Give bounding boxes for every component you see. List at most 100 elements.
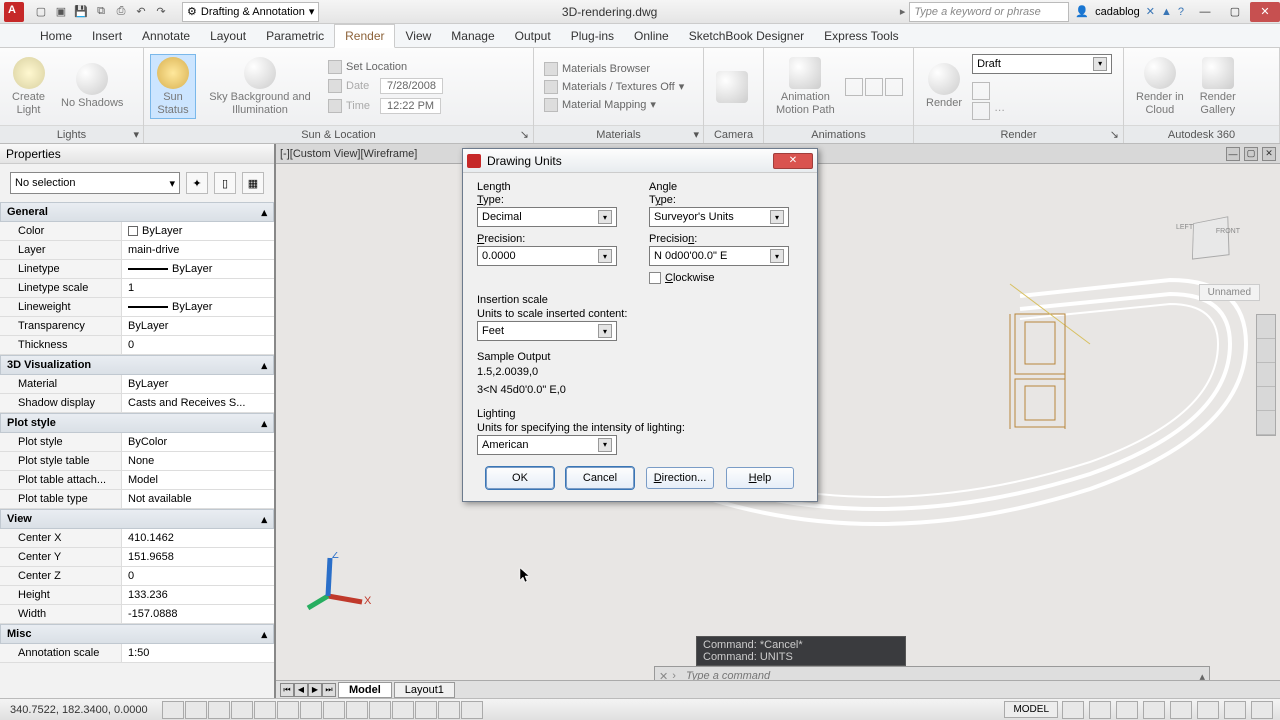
prop-value[interactable]: Casts and Receives S... bbox=[122, 394, 274, 412]
prop-value[interactable]: 0 bbox=[122, 336, 274, 354]
tab-manage[interactable]: Manage bbox=[441, 25, 504, 47]
materials-textures-button[interactable]: Materials / Textures Off▾ bbox=[540, 79, 688, 95]
grid-toggle[interactable] bbox=[185, 701, 207, 719]
prop-row[interactable]: Layermain-drive bbox=[0, 241, 274, 260]
tab-last-button[interactable]: ⏭ bbox=[322, 683, 336, 697]
selection-filter-select[interactable]: No selection▾ bbox=[10, 172, 180, 194]
model-space-button[interactable]: MODEL bbox=[1004, 701, 1058, 718]
tpy-toggle[interactable] bbox=[392, 701, 414, 719]
tab-home[interactable]: Home bbox=[30, 25, 82, 47]
tab-insert[interactable]: Insert bbox=[82, 25, 132, 47]
prop-value[interactable]: 133.236 bbox=[122, 586, 274, 604]
open-icon[interactable]: ▣ bbox=[52, 3, 70, 21]
prop-value[interactable]: 1 bbox=[122, 279, 274, 297]
prop-group-view[interactable]: View▴ bbox=[0, 509, 274, 529]
tab-next-button[interactable]: ▶ bbox=[308, 683, 322, 697]
create-light-button[interactable]: Create Light bbox=[6, 55, 51, 117]
no-shadows-button[interactable]: No Shadows bbox=[55, 61, 129, 111]
hardware-accel-icon[interactable] bbox=[1197, 701, 1219, 719]
tab-express-tools[interactable]: Express Tools bbox=[814, 25, 908, 47]
sun-status-button[interactable]: Sun Status bbox=[150, 54, 196, 118]
help-search-input[interactable]: Type a keyword or phrase bbox=[909, 2, 1069, 22]
quick-view-drawings-icon[interactable] bbox=[1089, 701, 1111, 719]
clockwise-checkbox[interactable]: Clockwise bbox=[649, 272, 789, 284]
tab-prev-button[interactable]: ◀ bbox=[294, 683, 308, 697]
clean-screen-icon[interactable] bbox=[1251, 701, 1273, 719]
tab-annotate[interactable]: Annotate bbox=[132, 25, 200, 47]
plot-icon[interactable]: ⎙ bbox=[112, 3, 130, 21]
tab-first-button[interactable]: ⏮ bbox=[280, 683, 294, 697]
prop-value[interactable]: ByLayer bbox=[122, 298, 274, 316]
isolate-objects-icon[interactable] bbox=[1224, 701, 1246, 719]
prop-value[interactable]: 1:50 bbox=[122, 644, 274, 662]
prop-row[interactable]: Width-157.0888 bbox=[0, 605, 274, 624]
exchange-icon[interactable]: ✕ bbox=[1146, 5, 1155, 18]
prop-value[interactable]: Model bbox=[122, 471, 274, 489]
prop-value[interactable]: 151.9658 bbox=[122, 548, 274, 566]
prop-group-3d-visualization[interactable]: 3D Visualization▴ bbox=[0, 355, 274, 375]
dialog-launcher-icon[interactable]: ↘ bbox=[520, 128, 529, 141]
prop-row[interactable]: Shadow displayCasts and Receives S... bbox=[0, 394, 274, 413]
tab-layout1[interactable]: Layout1 bbox=[394, 682, 455, 698]
angle-type-select[interactable]: Surveyor's Units▾ bbox=[649, 207, 789, 227]
prop-value[interactable]: ByColor bbox=[122, 433, 274, 451]
undo-icon[interactable]: ↶ bbox=[132, 3, 150, 21]
user-label[interactable]: cadablog bbox=[1095, 6, 1140, 18]
dyn-toggle[interactable] bbox=[346, 701, 368, 719]
prop-value[interactable]: Not available bbox=[122, 490, 274, 508]
otrack-toggle[interactable] bbox=[300, 701, 322, 719]
am-toggle[interactable] bbox=[461, 701, 483, 719]
polar-toggle[interactable] bbox=[231, 701, 253, 719]
zoom-icon[interactable] bbox=[1257, 363, 1275, 387]
quick-view-layouts-icon[interactable] bbox=[1062, 701, 1084, 719]
chevron-down-icon[interactable]: ▾ bbox=[133, 128, 139, 141]
steering-wheel-icon[interactable] bbox=[1257, 315, 1275, 339]
prop-row[interactable]: TransparencyByLayer bbox=[0, 317, 274, 336]
prop-row[interactable]: Center X410.1462 bbox=[0, 529, 274, 548]
tab-online[interactable]: Online bbox=[624, 25, 679, 47]
viewcube[interactable]: LEFT FRONT bbox=[1182, 210, 1238, 266]
insertion-units-select[interactable]: Feet▾ bbox=[477, 321, 617, 341]
3dosnap-toggle[interactable] bbox=[277, 701, 299, 719]
camera-button[interactable] bbox=[710, 69, 754, 105]
sc-toggle[interactable] bbox=[438, 701, 460, 719]
lighting-units-select[interactable]: American▾ bbox=[477, 435, 617, 455]
prop-row[interactable]: Plot style tableNone bbox=[0, 452, 274, 471]
vp-minimize-button[interactable]: — bbox=[1226, 147, 1240, 161]
render-preset-select[interactable]: Draft▾ bbox=[972, 54, 1112, 74]
render-region-icon[interactable] bbox=[972, 82, 990, 100]
prop-row[interactable]: Plot table typeNot available bbox=[0, 490, 274, 509]
prop-value[interactable]: ByLayer bbox=[122, 260, 274, 278]
prop-row[interactable]: Height133.236 bbox=[0, 586, 274, 605]
tab-sketchbook-designer[interactable]: SketchBook Designer bbox=[679, 25, 814, 47]
prop-group-general[interactable]: General▴ bbox=[0, 202, 274, 222]
autodesk360-icon[interactable]: ▲ bbox=[1161, 6, 1172, 18]
prop-value[interactable]: None bbox=[122, 452, 274, 470]
chevron-down-icon[interactable]: ▾ bbox=[693, 128, 699, 141]
orbit-icon[interactable] bbox=[1257, 387, 1275, 411]
play-icon[interactable] bbox=[845, 78, 863, 96]
sky-background-button[interactable]: Sky Background and Illumination bbox=[200, 55, 320, 117]
osnap-toggle[interactable] bbox=[254, 701, 276, 719]
snap-toggle[interactable] bbox=[162, 701, 184, 719]
prop-row[interactable]: ColorByLayer bbox=[0, 222, 274, 241]
length-precision-select[interactable]: 0.0000▾ bbox=[477, 246, 617, 266]
prop-row[interactable]: LinetypeByLayer bbox=[0, 260, 274, 279]
lwt-toggle[interactable] bbox=[369, 701, 391, 719]
cancel-button[interactable]: Cancel bbox=[566, 467, 634, 489]
render-button[interactable]: Render bbox=[920, 61, 968, 111]
ducs-toggle[interactable] bbox=[323, 701, 345, 719]
saveas-icon[interactable]: ⧉ bbox=[92, 3, 110, 21]
toggle-pickadd-icon[interactable]: ▦ bbox=[242, 172, 264, 194]
help-button[interactable]: Help bbox=[726, 467, 794, 489]
prop-value[interactable]: 0 bbox=[122, 567, 274, 585]
material-mapping-button[interactable]: Material Mapping▾ bbox=[540, 97, 688, 113]
ucs-name-badge[interactable]: Unnamed bbox=[1199, 284, 1260, 301]
tab-model[interactable]: Model bbox=[338, 682, 392, 698]
vp-close-button[interactable]: ✕ bbox=[1262, 147, 1276, 161]
dialog-close-button[interactable]: ✕ bbox=[773, 153, 813, 169]
new-icon[interactable]: ▢ bbox=[32, 3, 50, 21]
maximize-button[interactable]: ▢ bbox=[1220, 2, 1250, 22]
tab-layout[interactable]: Layout bbox=[200, 25, 256, 47]
qp-toggle[interactable] bbox=[415, 701, 437, 719]
